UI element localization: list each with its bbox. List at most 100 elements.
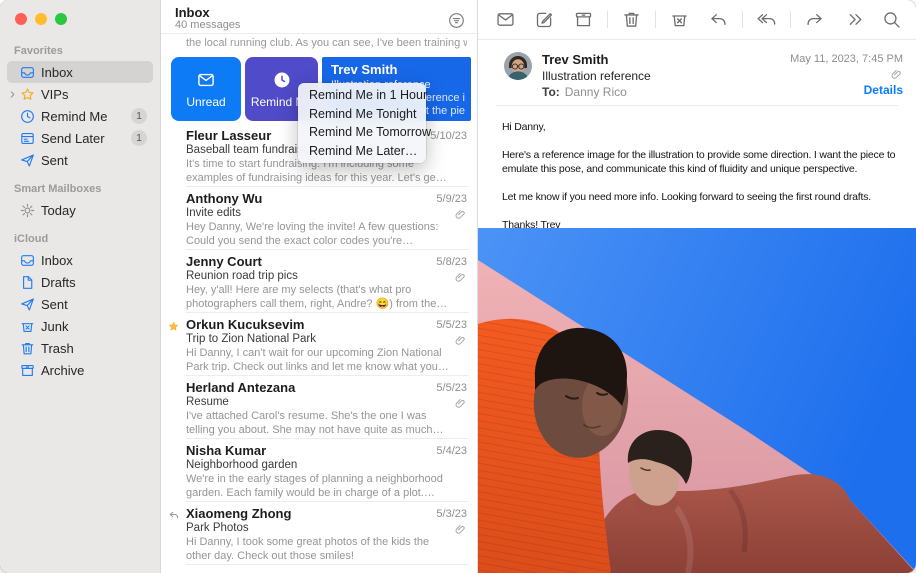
unread-button-label: Unread — [186, 95, 225, 109]
mail-window: Favorites Inbox VIPs Remind Me 1 Send La… — [0, 0, 916, 573]
sidebar-item-junk[interactable]: Junk — [7, 315, 153, 337]
toolbar-archive-button[interactable] — [573, 9, 594, 30]
menu-item-remind-me-tomorrow[interactable]: Remind Me Tomorrow — [298, 123, 426, 142]
message-sender: Herland Antezana — [186, 380, 467, 395]
message-body-paragraph: Thanks! Trev — [502, 218, 906, 228]
sidebar-item-remind-me[interactable]: Remind Me 1 — [7, 105, 153, 127]
attachment-paperclip-icon — [454, 523, 467, 536]
toolbar-more-button[interactable] — [845, 9, 866, 30]
archive-icon — [573, 9, 594, 30]
attachment-photo[interactable] — [478, 228, 916, 573]
trash-icon — [621, 9, 642, 30]
reply-all-icon — [756, 9, 777, 30]
sidebar-item-sent[interactable]: Sent — [7, 149, 153, 171]
menu-item-remind-me-tonight[interactable]: Remind Me Tonight — [298, 105, 426, 124]
sidebar-item-label: Today — [41, 203, 76, 218]
window-zoom-button[interactable] — [55, 13, 67, 25]
sidebar-item-sent[interactable]: Sent — [7, 293, 153, 315]
sidebar-section: Favorites Inbox VIPs Remind Me 1 Send La… — [0, 45, 160, 171]
toolbar-right-group — [845, 9, 902, 30]
message-row[interactable]: Anthony Wu 5/9/23 Invite edits Hey Danny… — [161, 187, 477, 250]
message-body-paragraph: Hi Danny, — [502, 120, 906, 134]
sender-avatar — [504, 52, 532, 80]
mailbox-title: Inbox — [175, 5, 210, 20]
sidebar-item-vips[interactable]: VIPs — [7, 83, 153, 105]
toolbar-divider — [790, 11, 791, 28]
header-sender: Trev Smith — [542, 52, 608, 67]
reply-icon — [708, 9, 729, 30]
message-sender: Trev Smith — [331, 62, 397, 77]
toolbar-reply-all-button[interactable] — [756, 9, 777, 30]
to-label: To: — [542, 85, 560, 99]
message-date: 5/5/23 — [436, 382, 467, 394]
sidebar: Favorites Inbox VIPs Remind Me 1 Send La… — [0, 0, 161, 573]
message-row[interactable]: Jenny Court 5/8/23 Reunion road trip pic… — [161, 250, 477, 313]
message-body-paragraph: Let me know if you need more info. Looki… — [502, 190, 906, 204]
star-icon — [19, 86, 36, 103]
attachment-paperclip-icon — [454, 334, 467, 347]
toolbar-forward-button[interactable] — [804, 9, 825, 30]
replied-arrow-icon — [168, 509, 180, 521]
message-subject: Reunion road trip pics — [186, 269, 467, 283]
message-sender: Anthony Wu — [186, 191, 467, 206]
toolbar-get-mail-button[interactable] — [495, 9, 516, 30]
sidebar-item-label: Drafts — [41, 275, 76, 290]
remind-context-menu: Remind Me in 1 HourRemind Me TonightRemi… — [298, 83, 426, 163]
window-close-button[interactable] — [15, 13, 27, 25]
toolbar-junk-button[interactable] — [669, 9, 690, 30]
sidebar-item-drafts[interactable]: Drafts — [7, 271, 153, 293]
message-sender: Orkun Kucuksevim — [186, 317, 467, 332]
toolbar-search-button[interactable] — [881, 9, 902, 30]
toolbar-divider — [607, 11, 608, 28]
sidebar-item-trash[interactable]: Trash — [7, 337, 153, 359]
sidebar-item-archive[interactable]: Archive — [7, 359, 153, 381]
sidebar-item-send-later[interactable]: Send Later 1 — [7, 127, 153, 149]
message-sender: Xiaomeng Zhong — [186, 506, 467, 521]
message-date: May 11, 2023, 7:45 PM — [790, 53, 903, 65]
attachment-paperclip-icon — [454, 397, 467, 410]
message-list-header: Inbox 40 messages — [161, 0, 477, 34]
menu-item-remind-me-later[interactable]: Remind Me Later… — [298, 142, 426, 161]
menu-item-remind-me-in-1-hour[interactable]: Remind Me in 1 Hour — [298, 86, 426, 105]
reading-pane: Trev Smith Illustration reference To:Dan… — [478, 0, 916, 573]
message-sender: Jenny Court — [186, 254, 467, 269]
toolbar-reply-button[interactable] — [708, 9, 729, 30]
window-minimize-button[interactable] — [35, 13, 47, 25]
message-body: Hi Danny,Here's a reference image for th… — [502, 106, 906, 228]
sidebar-item-label: VIPs — [41, 87, 68, 102]
message-row[interactable]: Nisha Kumar 5/4/23 Neighborhood garden W… — [161, 439, 477, 502]
send-later-icon — [19, 130, 36, 147]
sidebar-item-inbox[interactable]: Inbox — [7, 249, 153, 271]
sidebar-item-inbox[interactable]: Inbox — [7, 61, 153, 83]
message-preview: Hey, y'all! Here are my selects (that's … — [186, 284, 467, 311]
message-preview: I've attached Carol's resume. She's the … — [186, 410, 467, 437]
message-preview: Hi Danny, I took some great photos of th… — [186, 536, 467, 563]
message-row[interactable]: Xiaomeng Zhong 5/3/23 Park Photos Hi Dan… — [161, 502, 477, 565]
message-date: 5/4/23 — [436, 445, 467, 457]
toolbar — [478, 0, 916, 40]
sidebar-sections: Favorites Inbox VIPs Remind Me 1 Send La… — [0, 40, 160, 393]
plane-icon — [19, 296, 36, 313]
sidebar-item-today[interactable]: Today — [7, 199, 153, 221]
search-icon — [881, 9, 902, 30]
inbox-icon — [19, 64, 36, 81]
sidebar-item-label: Send Later — [41, 131, 105, 146]
sidebar-item-label: Junk — [41, 319, 68, 334]
doc-icon — [19, 274, 36, 291]
gear-icon — [19, 202, 36, 219]
mark-unread-button[interactable]: Unread — [171, 57, 241, 121]
message-subject: Park Photos — [186, 521, 467, 535]
message-date: 5/9/23 — [436, 193, 467, 205]
more-icon — [845, 9, 866, 30]
details-link[interactable]: Details — [864, 83, 903, 97]
message-date: 5/3/23 — [436, 508, 467, 520]
toolbar-trash-button[interactable] — [621, 9, 642, 30]
message-row[interactable]: Orkun Kucuksevim 5/5/23 Trip to Zion Nat… — [161, 313, 477, 376]
sidebar-section: iCloud Inbox Drafts Sent Junk Trash Arch… — [0, 233, 160, 381]
message-row[interactable]: Herland Antezana 5/5/23 Resume I've atta… — [161, 376, 477, 439]
junk-icon — [669, 9, 690, 30]
toolbar-compose-button[interactable] — [534, 9, 555, 30]
message-list-rows: Fleur Lasseur 5/10/23 Baseball team fund… — [161, 124, 477, 565]
message-subject: Invite edits — [186, 206, 467, 220]
filter-button[interactable] — [447, 11, 466, 30]
